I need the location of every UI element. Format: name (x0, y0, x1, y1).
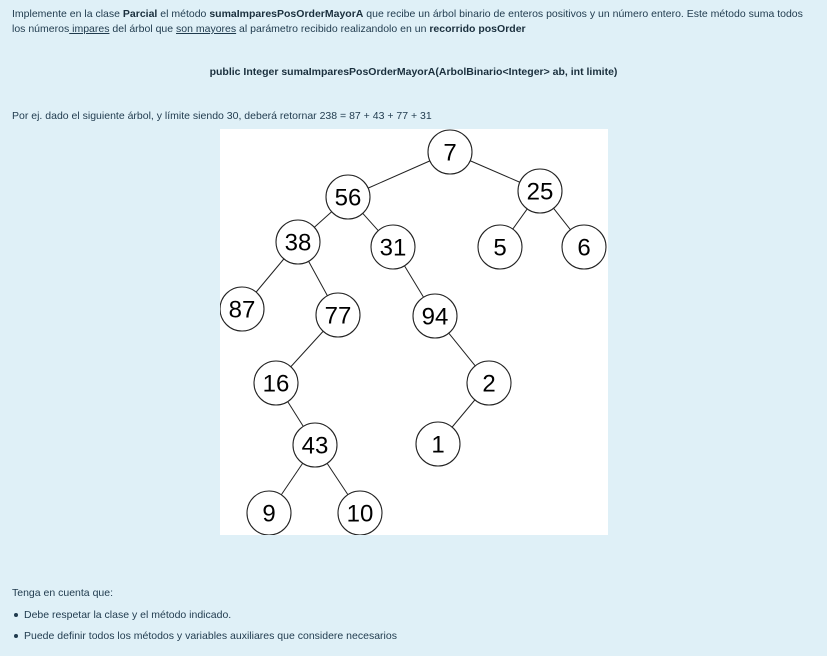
tree-node-label: 2 (482, 371, 495, 398)
intro-text-5: al parámetro recibido realizandolo en un (236, 23, 430, 35)
tree-node: 77 (315, 292, 361, 338)
tree-node-label: 10 (347, 501, 374, 528)
tree-node-label: 56 (335, 185, 362, 212)
binary-tree-svg: 756 2538 31 5 687 77 9416 243 19 10 (220, 129, 607, 535)
tree-edge (290, 330, 324, 368)
tree-node: 25 (517, 168, 563, 214)
tree-node-label: 25 (527, 179, 554, 206)
tree-edge (512, 208, 528, 230)
tree-edge (280, 462, 304, 496)
binary-tree-figure: 7 56 25 38 31 5 6 87 77 94 16 2 43 1 9 10 (220, 129, 608, 535)
tree-node: 6 (561, 224, 607, 270)
tree-node: 10 (337, 490, 383, 535)
tree-node-label: 31 (380, 235, 407, 262)
traversal-name: recorrido posOrder (429, 23, 526, 35)
intro-text-1: Implemente en la clase (12, 8, 123, 20)
notes-title: Tenga en cuenta que: (12, 587, 114, 599)
tree-edge (553, 207, 571, 231)
example-text: Por ej. dado el siguiente árbol, y límit… (12, 110, 432, 122)
tree-node: 5 (477, 224, 523, 270)
tree-edge (326, 463, 349, 495)
tree-node-label: 5 (493, 235, 506, 262)
tree-node-label: 38 (285, 230, 312, 257)
tree-node-label: 1 (431, 432, 444, 459)
tree-edge (314, 211, 332, 228)
tree-edge (287, 401, 304, 427)
tree-node-label: 6 (577, 235, 590, 262)
tree-node: 56 (325, 174, 371, 220)
method-name: sumaImparesPosOrderMayorA (209, 8, 364, 20)
intro-text-2: el método (157, 8, 210, 20)
note-item: Debe respetar la clase y el método indic… (12, 609, 397, 630)
intro-text-4: del árbol que (109, 23, 177, 35)
tree-node: 7 (427, 129, 473, 175)
tree-edge (451, 399, 476, 428)
notes-list: Debe respetar la clase y el método indic… (12, 609, 397, 651)
tree-node: 2 (466, 360, 512, 406)
tree-edge (448, 332, 476, 367)
tree-node-label: 94 (422, 304, 449, 331)
method-signature: public Integer sumaImparesPosOrderMayorA… (209, 66, 618, 78)
son-mayores-text: son mayores (176, 23, 237, 35)
note-item: Puede definir todos los métodos y variab… (12, 630, 397, 651)
tree-edge (404, 265, 424, 298)
tree-node-label: 16 (263, 371, 290, 398)
tree-node: 38 (275, 219, 321, 265)
tree-node: 1 (415, 421, 461, 467)
tree-edge (255, 258, 285, 293)
tree-node-label: 43 (302, 433, 329, 460)
impares-text: impares (69, 23, 110, 35)
tree-node-label: 7 (443, 140, 456, 167)
tree-node: 31 (370, 224, 416, 270)
tree-edge (308, 261, 328, 296)
tree-node: 9 (246, 490, 292, 535)
tree-node: 16 (253, 360, 299, 406)
tree-edge (362, 213, 379, 231)
tree-node-label: 77 (325, 303, 352, 330)
tree-node-label: 9 (262, 501, 275, 528)
class-name: Parcial (122, 8, 158, 20)
tree-edge (469, 160, 521, 183)
tree-edge (367, 160, 431, 189)
problem-statement: Implemente en la clase Parcial el método… (12, 7, 812, 37)
tree-node-label: 87 (229, 297, 256, 324)
tree-node: 43 (292, 422, 338, 468)
tree-node: 87 (220, 286, 265, 332)
tree-node: 94 (412, 293, 458, 339)
